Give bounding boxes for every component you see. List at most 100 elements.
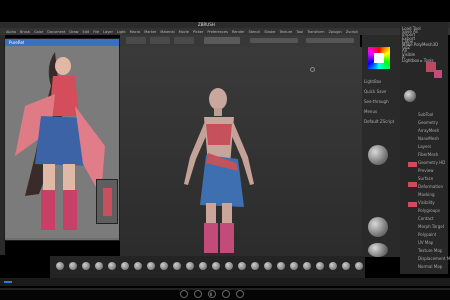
property-section[interactable]: Contact bbox=[418, 216, 434, 221]
brush-icon[interactable] bbox=[225, 262, 233, 270]
brush-icon[interactable] bbox=[329, 262, 337, 270]
rotate-cursor-icon bbox=[310, 67, 315, 72]
menu-item-transform[interactable]: Transform bbox=[307, 30, 324, 34]
shelf-button[interactable]: See-through bbox=[364, 99, 389, 104]
subtool-sphere[interactable] bbox=[404, 90, 416, 102]
brush-icon[interactable] bbox=[303, 262, 311, 270]
property-section[interactable]: Displacement Map bbox=[418, 256, 450, 261]
tool-thumbnail-2[interactable] bbox=[434, 70, 442, 78]
draw-button[interactable] bbox=[126, 37, 146, 44]
brush-icon[interactable] bbox=[69, 262, 77, 270]
brush-icon[interactable] bbox=[186, 262, 194, 270]
menu-item-draw[interactable]: Draw bbox=[69, 30, 78, 34]
subtool-item-1[interactable] bbox=[408, 162, 417, 167]
canvas-viewport[interactable] bbox=[120, 47, 362, 256]
brush-icon[interactable] bbox=[147, 262, 155, 270]
property-section[interactable]: Geometry bbox=[418, 120, 438, 125]
menu-item-movie[interactable]: Movie bbox=[179, 30, 189, 34]
brush-icon[interactable] bbox=[277, 262, 285, 270]
brush-icon[interactable] bbox=[56, 262, 64, 270]
property-section[interactable]: Texture Map bbox=[418, 248, 442, 253]
property-section[interactable]: FiberMesh bbox=[418, 152, 438, 157]
material-sphere-2[interactable] bbox=[368, 217, 388, 237]
brush-icon[interactable] bbox=[238, 262, 246, 270]
property-section[interactable]: Polypaint bbox=[418, 232, 436, 237]
shelf-button[interactable]: LightBox bbox=[364, 79, 381, 84]
focal-shift-slider[interactable] bbox=[250, 38, 298, 43]
property-section[interactable]: Layers bbox=[418, 144, 431, 149]
brush-icon[interactable] bbox=[199, 262, 207, 270]
property-section[interactable]: ArrayMesh bbox=[418, 128, 439, 133]
brush-icon[interactable] bbox=[134, 262, 142, 270]
menu-item-tool[interactable]: Tool bbox=[296, 30, 303, 34]
top-toolbar bbox=[120, 35, 360, 47]
menu-item-edit[interactable]: Edit bbox=[83, 30, 90, 34]
rewind-icon[interactable] bbox=[194, 290, 202, 298]
material-sphere-3[interactable] bbox=[368, 243, 388, 257]
menu-item-light[interactable]: Light bbox=[117, 30, 126, 34]
shelf-button[interactable]: Default ZScript bbox=[364, 119, 394, 124]
property-section[interactable]: Surface bbox=[418, 176, 433, 181]
brush-icon[interactable] bbox=[342, 262, 350, 270]
property-section[interactable]: Deformation bbox=[418, 184, 443, 189]
brush-icon[interactable] bbox=[160, 262, 168, 270]
menu-item-zplugin[interactable]: Zplugin bbox=[328, 30, 341, 34]
reference-window[interactable]: PureRef bbox=[4, 38, 120, 241]
menu-item-color[interactable]: Color bbox=[34, 30, 43, 34]
status-bar bbox=[0, 278, 450, 286]
property-section[interactable]: Morph Target bbox=[418, 224, 444, 229]
menu-item-render[interactable]: Render bbox=[232, 30, 244, 34]
reference-window-title: PureRef bbox=[9, 40, 25, 45]
menu-item-stencil[interactable]: Stencil bbox=[248, 30, 260, 34]
brush-icon[interactable] bbox=[108, 262, 116, 270]
menu-item-material[interactable]: Material bbox=[160, 30, 174, 34]
property-section[interactable]: Visibility bbox=[418, 200, 435, 205]
previous-icon[interactable] bbox=[180, 290, 188, 298]
play-pause-icon[interactable]: II bbox=[208, 290, 216, 298]
draw-size-slider[interactable] bbox=[306, 38, 354, 43]
subtool-item-2[interactable] bbox=[408, 182, 417, 187]
subtool-item-3[interactable] bbox=[408, 202, 417, 207]
next-icon[interactable] bbox=[236, 290, 244, 298]
menu-item-picker[interactable]: Picker bbox=[193, 30, 203, 34]
property-section[interactable]: Geometry HD bbox=[418, 160, 445, 165]
material-sphere-1[interactable] bbox=[368, 145, 388, 165]
menu-item-file[interactable]: File bbox=[93, 30, 99, 34]
menu-item-texture[interactable]: Texture bbox=[279, 30, 292, 34]
reference-thumbnail[interactable] bbox=[96, 179, 118, 224]
brush-icon[interactable] bbox=[212, 262, 220, 270]
brush-icon[interactable] bbox=[316, 262, 324, 270]
reference-window-titlebar[interactable]: PureRef bbox=[5, 39, 119, 46]
brush-icon[interactable] bbox=[173, 262, 181, 270]
menu-item-alpha[interactable]: Alpha bbox=[6, 30, 16, 34]
property-section[interactable]: SubTool bbox=[418, 112, 433, 117]
menu-item-zscript[interactable]: Zscript bbox=[346, 30, 358, 34]
property-section[interactable]: Polygroups bbox=[418, 208, 440, 213]
property-section[interactable]: Normal Map bbox=[418, 264, 442, 269]
menu-item-macro[interactable]: Macro bbox=[130, 30, 141, 34]
menu-item-preferences[interactable]: Preferences bbox=[207, 30, 228, 34]
property-section[interactable]: Preview bbox=[418, 168, 434, 173]
property-section[interactable]: UV Map bbox=[418, 240, 433, 245]
move-button[interactable] bbox=[150, 37, 170, 44]
menu-item-brush[interactable]: Brush bbox=[20, 30, 30, 34]
brush-icon[interactable] bbox=[251, 262, 259, 270]
brush-icon[interactable] bbox=[290, 262, 298, 270]
shelf-button[interactable]: Quick Save bbox=[364, 89, 386, 94]
brush-icon[interactable] bbox=[121, 262, 129, 270]
scale-button[interactable] bbox=[174, 37, 194, 44]
property-section[interactable]: NanoMesh bbox=[418, 136, 439, 141]
menu-item-stroke[interactable]: Stroke bbox=[264, 30, 275, 34]
color-picker-swatch[interactable] bbox=[374, 53, 384, 63]
brush-icon[interactable] bbox=[82, 262, 90, 270]
property-section[interactable]: Masking bbox=[418, 192, 435, 197]
brush-icon[interactable] bbox=[355, 262, 363, 270]
menu-item-marker[interactable]: Marker bbox=[144, 30, 156, 34]
mrgb-button[interactable] bbox=[204, 37, 240, 44]
shelf-button[interactable]: Menus bbox=[364, 109, 377, 114]
brush-icon[interactable] bbox=[95, 262, 103, 270]
menu-item-layer[interactable]: Layer bbox=[103, 30, 113, 34]
menu-item-document[interactable]: Document bbox=[47, 30, 65, 34]
brush-icon[interactable] bbox=[264, 262, 272, 270]
forward-icon[interactable] bbox=[222, 290, 230, 298]
